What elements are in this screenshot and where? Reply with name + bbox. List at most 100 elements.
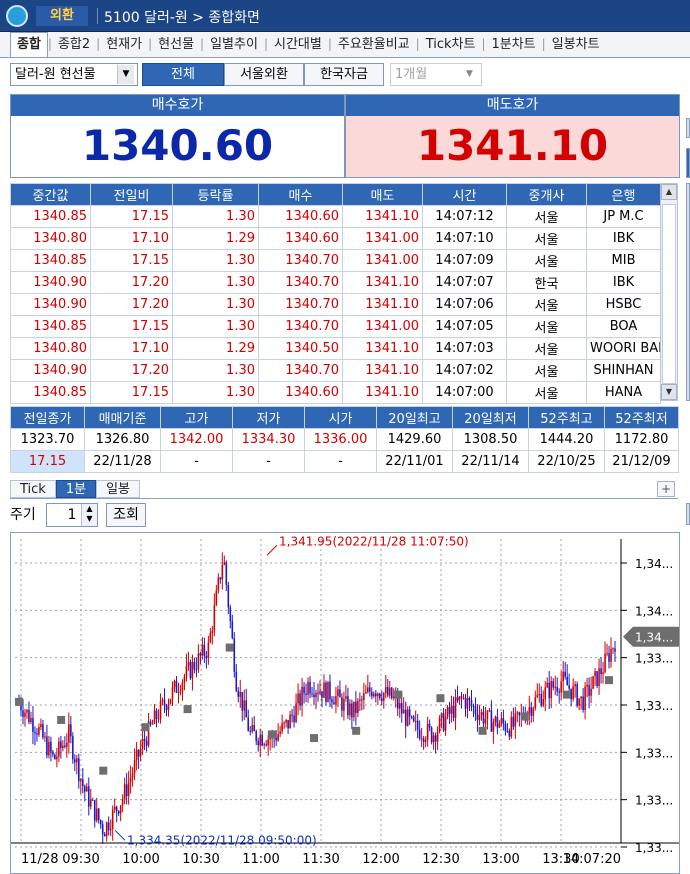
- summary-cell: -: [160, 450, 233, 473]
- x-tick-label: 11:30: [302, 852, 339, 867]
- candle-body: [460, 696, 463, 698]
- table-row[interactable]: 1340.90 17.20 1.30 1340.70 1341.10 14:07:07 한국…: [10, 271, 661, 294]
- tab-3[interactable]: 현선물: [152, 33, 200, 57]
- table-row[interactable]: 1340.80 17.10 1.29 1340.60 1341.00 14:07:10 서울…: [10, 227, 661, 250]
- candle-body: [121, 798, 124, 806]
- table-cell: 1.30: [172, 359, 259, 382]
- period-input[interactable]: 1 ▲ ▼: [46, 503, 98, 527]
- table-cell: 서울: [506, 359, 587, 382]
- tab-7[interactable]: Tick차트: [420, 33, 482, 57]
- summary-cell: 1429.60: [376, 428, 453, 451]
- tab-2[interactable]: 현재가: [100, 33, 148, 57]
- candle-body: [470, 700, 473, 706]
- summary-header: 52주최고: [528, 406, 605, 429]
- scroll-up-icon[interactable]: ▲: [661, 184, 677, 200]
- tab-4[interactable]: 일별추이: [204, 33, 264, 57]
- segment-all[interactable]: 전체: [142, 63, 224, 86]
- column-header[interactable]: 전일비: [90, 183, 173, 206]
- summary-cell: 22/10/25: [528, 450, 605, 473]
- candle-body: [452, 705, 455, 718]
- candle-body: [101, 824, 104, 835]
- ma-marker: [605, 676, 613, 685]
- scroll-down-icon[interactable]: ▼: [661, 384, 677, 400]
- column-header[interactable]: 은행: [586, 183, 661, 206]
- candle-body: [50, 741, 52, 752]
- candle-body: [309, 681, 311, 694]
- add-chart-icon[interactable]: +: [657, 481, 675, 497]
- side-panel-toggle-2[interactable]: [686, 503, 690, 525]
- tab-6[interactable]: 주요환율비교: [332, 33, 416, 57]
- table-cell: 서울: [506, 315, 587, 338]
- period-label: 주기: [10, 507, 36, 523]
- chart-tab-2[interactable]: 일봉: [96, 480, 140, 498]
- segment-seoul-fx[interactable]: 서울외환: [224, 63, 304, 86]
- tick-table-scrollbar[interactable]: ▲ ▼: [660, 183, 678, 401]
- candle-body: [83, 786, 86, 792]
- candle-body: [89, 799, 92, 807]
- spinner-icon[interactable]: ▲ ▼: [81, 504, 97, 526]
- column-header[interactable]: 매도: [342, 183, 423, 206]
- side-panel-toggle[interactable]: [686, 118, 690, 138]
- column-header[interactable]: 중간값: [10, 183, 91, 206]
- table-row[interactable]: 1340.90 17.20 1.30 1340.70 1341.10 14:07:06 서울…: [10, 293, 661, 316]
- table-row[interactable]: 1340.85 17.15 1.30 1340.70 1341.00 14:07:09 서울…: [10, 249, 661, 272]
- candle-body: [512, 716, 515, 727]
- candle-body: [283, 722, 285, 724]
- price-chart[interactable]: 1,34... 1,34... 1,33... 1,33... 1,33... 1,33.…: [10, 532, 680, 874]
- table-cell: SHINHAN: [586, 359, 661, 382]
- product-select[interactable]: 달러-원 현선물 ▼: [10, 63, 138, 86]
- table-row[interactable]: 1340.85 17.15 1.30 1340.60 1341.10 14:07:12 서울…: [10, 205, 661, 228]
- table-cell: 1340.85: [10, 205, 91, 228]
- query-button[interactable]: 조회: [106, 503, 146, 527]
- candle-body: [538, 694, 541, 696]
- chevron-down-icon[interactable]: ▼: [117, 65, 134, 84]
- month-select[interactable]: 1개월 ▼: [390, 63, 482, 86]
- table-cell: 14:07:10: [422, 227, 507, 250]
- candle-body: [339, 689, 341, 698]
- table-cell: 1.30: [172, 205, 259, 228]
- column-header[interactable]: 매수: [258, 183, 343, 206]
- segment-korea-money[interactable]: 한국자금: [304, 63, 384, 86]
- candle-body: [482, 712, 485, 724]
- tab-9[interactable]: 일봉차트: [546, 33, 606, 57]
- tab-1[interactable]: 종합2: [52, 33, 96, 57]
- chart-tab-0[interactable]: Tick: [10, 480, 56, 498]
- column-header[interactable]: 시간: [422, 183, 507, 206]
- candle-body: [175, 680, 178, 693]
- candle-body: [448, 707, 451, 714]
- table-row[interactable]: 1340.90 17.20 1.30 1340.70 1341.10 14:07:02 서울…: [10, 359, 661, 382]
- tab-5[interactable]: 시간대별: [268, 33, 328, 57]
- candle-body: [85, 786, 88, 792]
- scroll-thumb[interactable]: [662, 204, 676, 384]
- table-row[interactable]: 1340.85 17.15 1.30 1340.70 1341.00 14:07:05 서울…: [10, 315, 661, 338]
- candle-body: [408, 709, 411, 717]
- candle-body: [56, 756, 58, 760]
- summary-cell: 21/12/09: [604, 450, 679, 473]
- chart-tab-1[interactable]: 1분: [55, 480, 97, 498]
- candle-body: [189, 662, 192, 679]
- candle-body: [207, 642, 210, 659]
- table-row[interactable]: 1340.80 17.10 1.29 1340.50 1341.10 14:07:03 서울…: [10, 337, 661, 360]
- candle-body: [428, 723, 431, 728]
- table-row[interactable]: 1340.85 17.15 1.30 1340.60 1341.10 14:07:00 서울…: [10, 381, 661, 404]
- candle-body: [97, 808, 100, 821]
- summary-header: 저가: [232, 406, 305, 429]
- candle-body: [167, 703, 170, 711]
- ma-marker: [225, 643, 234, 652]
- chevron-down-icon[interactable]: ▼: [461, 65, 478, 84]
- candle-body: [464, 697, 467, 709]
- candle-body: [181, 682, 184, 692]
- column-header[interactable]: 등락률: [172, 183, 259, 206]
- table-cell: 1340.70: [258, 293, 343, 316]
- table-cell: 1.30: [172, 293, 259, 316]
- candle-body: [390, 687, 393, 699]
- candle-body: [87, 786, 90, 807]
- table-cell: 17.15: [90, 249, 173, 272]
- candle-body: [504, 723, 507, 731]
- column-header[interactable]: 중개사: [506, 183, 587, 206]
- table-cell: 17.15: [90, 381, 173, 404]
- tab-0[interactable]: 종합: [10, 32, 48, 57]
- candle-body: [400, 702, 403, 714]
- table-cell: 14:07:12: [422, 205, 507, 228]
- tab-8[interactable]: 1분차트: [485, 33, 541, 57]
